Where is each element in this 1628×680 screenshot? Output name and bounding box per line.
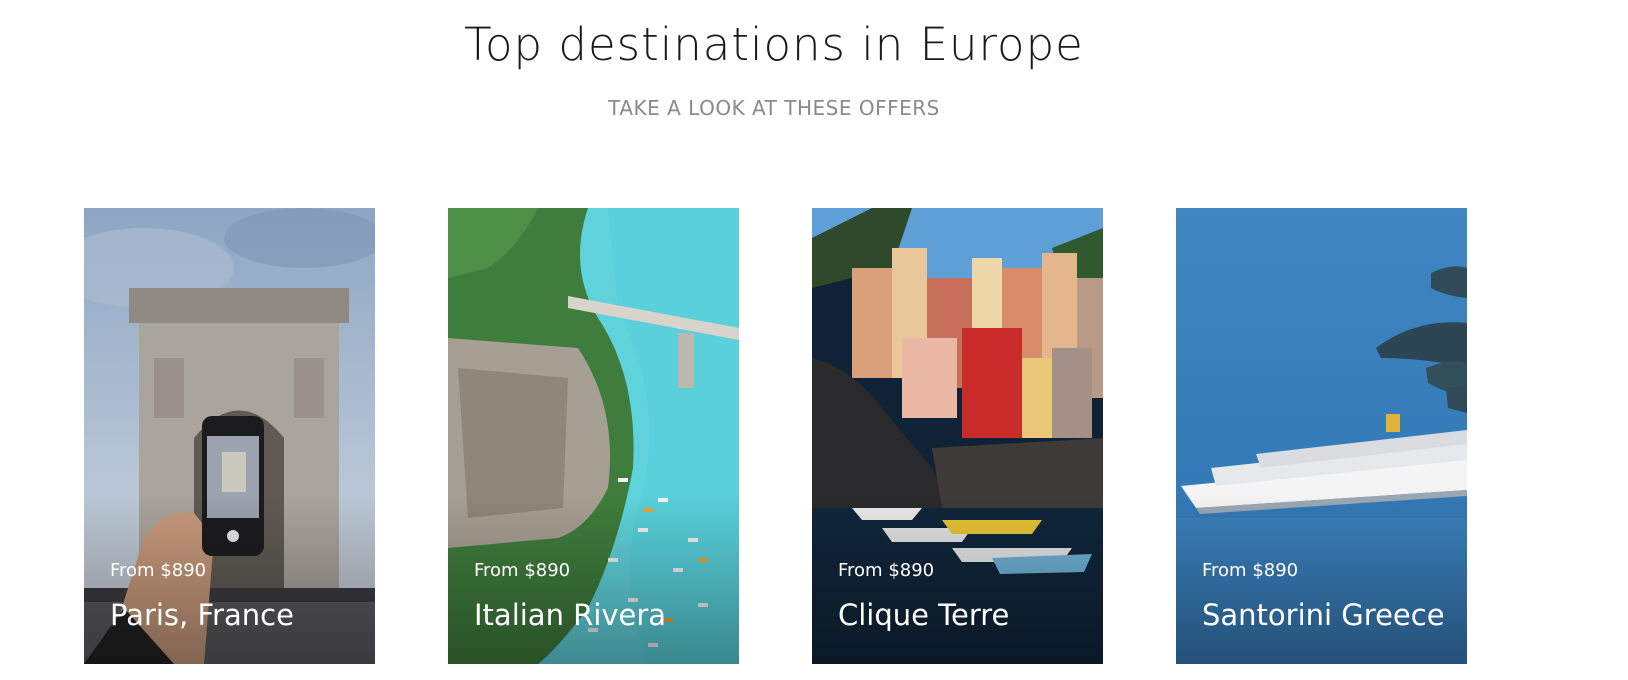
card-title: Clique Terre [838, 598, 1010, 632]
card-title: Italian Rivera [474, 598, 667, 632]
page-subtitle: TAKE A LOOK AT THESE OFFERS [608, 96, 940, 120]
destinations-page: Top destinations in Europe TAKE A LOOK A… [0, 0, 1628, 680]
card-price: From $890 [1202, 560, 1299, 581]
card-title: Paris, France [110, 598, 294, 632]
card-price: From $890 [110, 560, 207, 581]
destination-card-santorini-greece[interactable]: From $890 Santorini Greece [1176, 208, 1467, 664]
card-price: From $890 [474, 560, 571, 581]
destination-card-italian-rivera[interactable]: From $890 Italian Rivera [448, 208, 739, 664]
destination-card-paris[interactable]: From $890 Paris, France [84, 208, 375, 664]
page-title: Top destinations in Europe [464, 18, 1084, 71]
destination-card-clique-terre[interactable]: From $890 Clique Terre [812, 208, 1103, 664]
card-title: Santorini Greece [1202, 598, 1445, 632]
card-price: From $890 [838, 560, 935, 581]
